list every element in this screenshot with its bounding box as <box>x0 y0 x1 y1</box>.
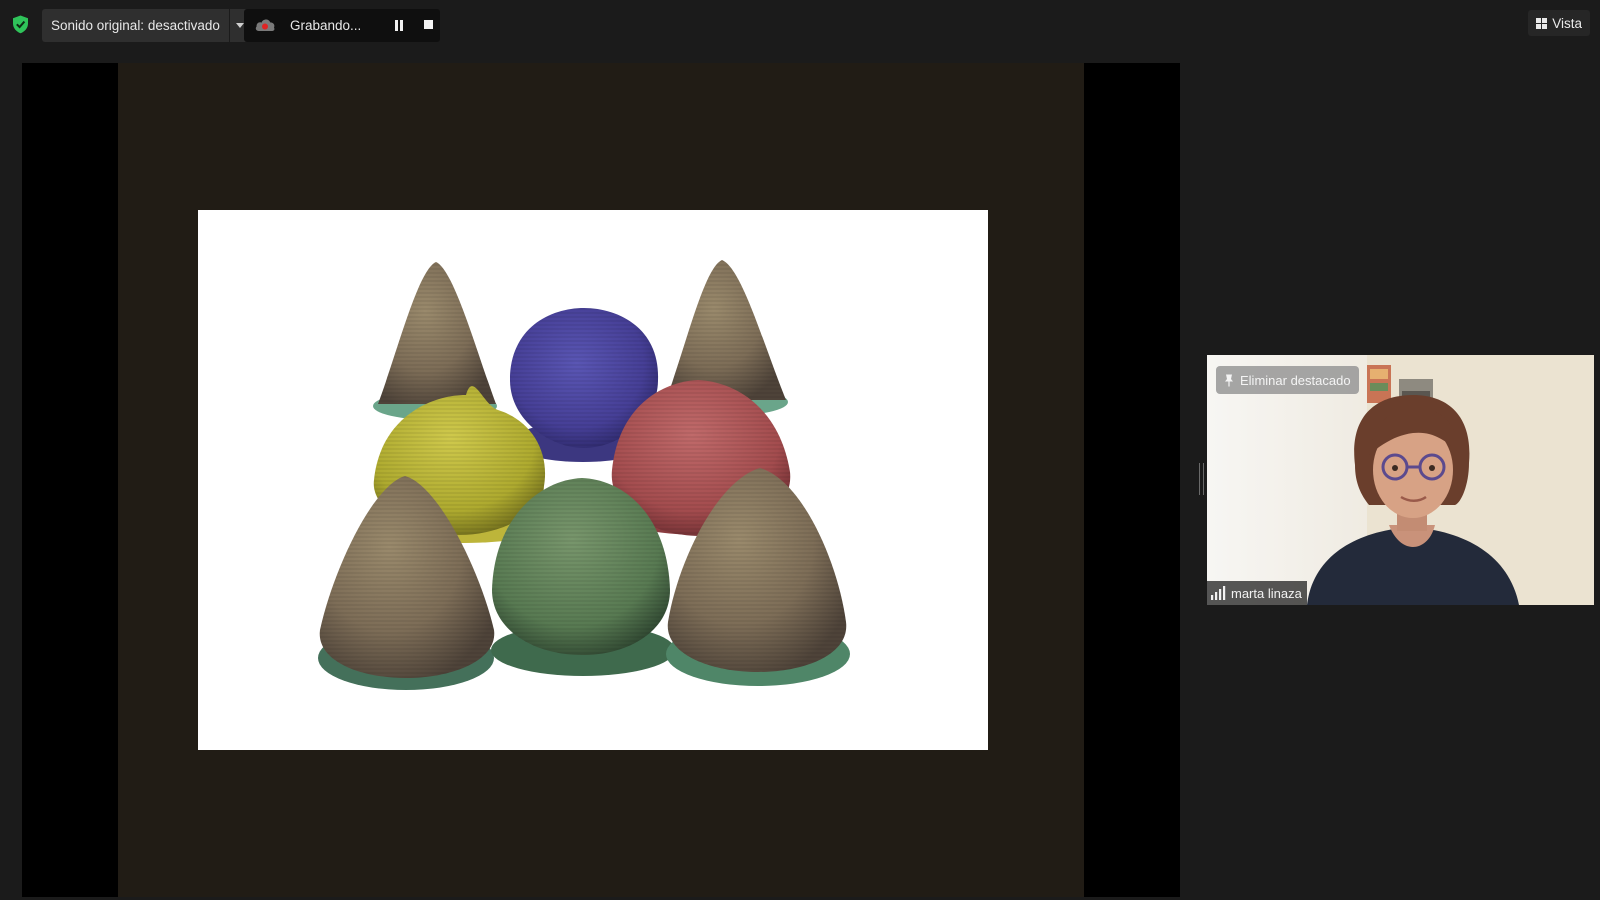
shield-check-icon[interactable] <box>12 15 29 34</box>
grid-icon <box>1536 17 1548 29</box>
view-button[interactable]: Vista <box>1528 10 1590 36</box>
stop-recording-icon[interactable] <box>424 20 433 29</box>
meeting-window: Sonido original: desactivado Grabando...… <box>0 0 1600 900</box>
slide-image <box>198 210 988 750</box>
pause-recording-icon[interactable] <box>394 20 404 32</box>
signal-bars-icon <box>1211 586 1226 600</box>
participant-video-tile[interactable]: Eliminar destacado marta linaza <box>1207 355 1594 605</box>
remove-spotlight-button[interactable]: Eliminar destacado <box>1216 366 1359 394</box>
cloud-record-icon <box>255 19 275 31</box>
ceramic-cones-photo <box>318 260 850 690</box>
original-sound-label: Sonido original: desactivado <box>51 18 220 33</box>
meeting-toolbar: Sonido original: desactivado Grabando...… <box>0 0 1600 50</box>
panel-resize-handle[interactable] <box>1199 463 1204 495</box>
shared-screen <box>22 63 1180 897</box>
remove-spotlight-label: Eliminar destacado <box>1240 372 1351 388</box>
original-sound-button[interactable]: Sonido original: desactivado <box>42 9 229 42</box>
original-sound-control: Sonido original: desactivado <box>42 9 250 42</box>
recording-status: Grabando... <box>244 9 440 42</box>
view-label: Vista <box>1552 15 1582 31</box>
pin-icon <box>1225 374 1233 386</box>
chevron-down-icon <box>235 23 244 28</box>
recording-label: Grabando... <box>290 18 362 33</box>
participant-name: marta linaza <box>1231 585 1302 601</box>
presentation-slide-area <box>118 63 1084 897</box>
participant-name-tag: marta linaza <box>1207 581 1307 605</box>
